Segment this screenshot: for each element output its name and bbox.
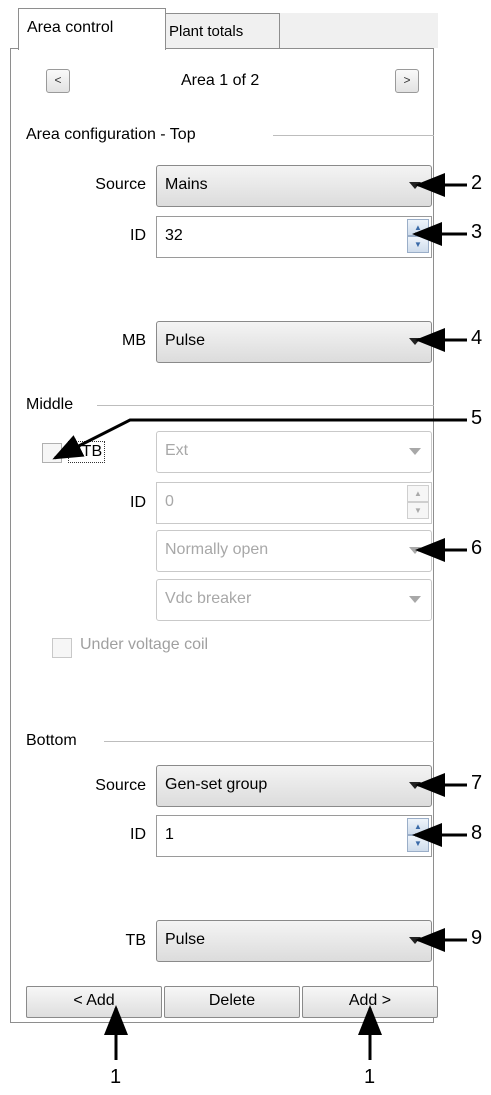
- top-source-select[interactable]: Mains: [156, 165, 432, 207]
- btb-checkbox[interactable]: [42, 443, 62, 463]
- section-top-heading: Area configuration - Top: [26, 126, 196, 143]
- chevron-down-icon: [409, 937, 421, 944]
- delete-button[interactable]: Delete: [164, 986, 300, 1018]
- chevron-down-icon: [409, 782, 421, 789]
- section-top-divider: [273, 135, 434, 136]
- section-bottom-divider: [104, 741, 434, 742]
- spin-down-icon[interactable]: ▼: [407, 502, 429, 519]
- tab-strip-background: [280, 13, 438, 48]
- callout-label-5: 5: [471, 407, 483, 429]
- top-id-stepper[interactable]: 32 ▲ ▼: [156, 216, 432, 258]
- callout-label-3: 3: [471, 221, 483, 243]
- add-left-button[interactable]: < Add: [26, 986, 162, 1018]
- btb-type-select[interactable]: Ext: [156, 431, 432, 473]
- middle-id-value: 0: [165, 493, 174, 510]
- spin-up-icon[interactable]: ▲: [407, 219, 429, 236]
- callout-label-2: 2: [471, 172, 483, 194]
- callout-label-6: 6: [471, 537, 483, 559]
- bottom-tb-select[interactable]: Pulse: [156, 920, 432, 962]
- middle-state-value: Normally open: [165, 541, 269, 558]
- section-middle-heading: Middle: [26, 396, 74, 413]
- top-mb-select[interactable]: Pulse: [156, 321, 432, 363]
- callout-label-1b: 1: [364, 1066, 376, 1088]
- middle-state-select[interactable]: Normally open: [156, 530, 432, 572]
- spin-up-icon[interactable]: ▲: [407, 485, 429, 502]
- btb-type-value: Ext: [165, 442, 189, 459]
- bottom-source-select[interactable]: Gen-set group: [156, 765, 432, 807]
- chevron-down-icon: [409, 182, 421, 189]
- top-id-value: 32: [165, 227, 183, 244]
- chevron-down-icon: [409, 547, 421, 554]
- next-area-button[interactable]: >: [395, 69, 419, 93]
- bottom-tb-value: Pulse: [165, 931, 206, 948]
- tab-plant-totals[interactable]: Plant totals: [158, 13, 280, 48]
- chevron-down-icon: [409, 338, 421, 345]
- callout-label-4: 4: [471, 327, 483, 349]
- under-voltage-label: Under voltage coil: [80, 636, 209, 653]
- top-source-value: Mains: [165, 176, 208, 193]
- tab-area-control[interactable]: Area control: [18, 8, 166, 50]
- spin-up-icon[interactable]: ▲: [407, 818, 429, 835]
- middle-id-stepper[interactable]: 0 ▲ ▼: [156, 482, 432, 524]
- callout-label-1a: 1: [110, 1066, 122, 1088]
- callout-label-9: 9: [471, 927, 483, 949]
- callout-label-7: 7: [471, 772, 483, 794]
- middle-breaker-value: Vdc breaker: [165, 590, 252, 607]
- bottom-tb-label: TB: [125, 932, 146, 949]
- top-mb-value: Pulse: [165, 332, 206, 349]
- top-mb-label: MB: [122, 332, 146, 349]
- bottom-id-stepper[interactable]: 1 ▲ ▼: [156, 815, 432, 857]
- prev-area-button[interactable]: <: [46, 69, 70, 93]
- chevron-down-icon: [409, 448, 421, 455]
- callout-label-8: 8: [471, 822, 483, 844]
- middle-breaker-select[interactable]: Vdc breaker: [156, 579, 432, 621]
- area-counter: Area 1 of 2: [181, 72, 260, 89]
- bottom-id-value: 1: [165, 826, 174, 843]
- bottom-source-value: Gen-set group: [165, 776, 268, 793]
- bottom-id-label: ID: [130, 826, 146, 843]
- spin-down-icon[interactable]: ▼: [407, 236, 429, 253]
- under-voltage-checkbox[interactable]: [52, 638, 72, 658]
- top-source-label: Source: [95, 176, 146, 193]
- chevron-down-icon: [409, 596, 421, 603]
- middle-id-label: ID: [130, 494, 146, 511]
- spin-down-icon[interactable]: ▼: [407, 835, 429, 852]
- bottom-source-label: Source: [95, 777, 146, 794]
- btb-label: BTB: [68, 441, 106, 463]
- section-bottom-heading: Bottom: [26, 732, 77, 749]
- section-middle-divider: [97, 405, 434, 406]
- add-right-button[interactable]: Add >: [302, 986, 438, 1018]
- top-id-label: ID: [130, 227, 146, 244]
